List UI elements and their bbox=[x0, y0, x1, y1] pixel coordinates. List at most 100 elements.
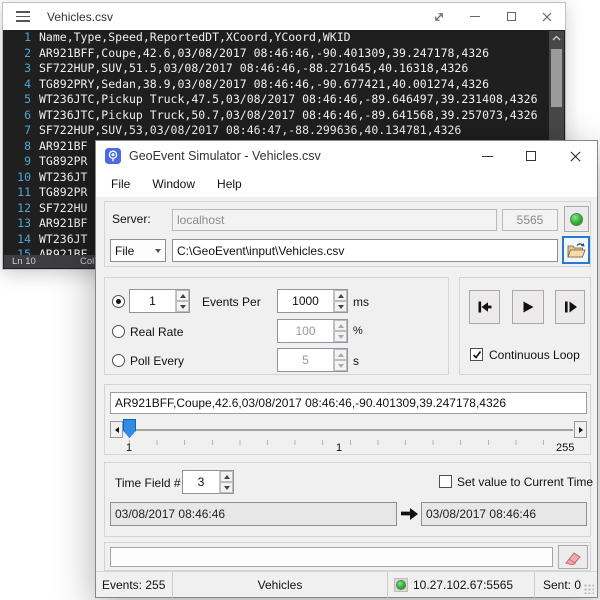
slider-ticks bbox=[129, 440, 569, 445]
spin-up-icon bbox=[334, 320, 347, 331]
line-text: WT236JT bbox=[39, 232, 87, 248]
line-text: Name,Type,Speed,ReportedDT,XCoord,YCoord… bbox=[39, 30, 351, 46]
set-current-time-label: Set value to Current Time bbox=[457, 475, 593, 489]
editor-line: 4 TG892PRY,Sedan,38.9,03/08/2017 08:46:46… bbox=[3, 77, 565, 93]
poll-unit-label: s bbox=[353, 354, 359, 368]
line-number: 13 bbox=[3, 216, 31, 232]
go-to-start-button[interactable] bbox=[469, 290, 500, 324]
line-number: 6 bbox=[3, 108, 31, 124]
line-text: WT236JT bbox=[39, 170, 87, 186]
connect-button[interactable] bbox=[564, 206, 589, 232]
spin-down-icon[interactable] bbox=[220, 482, 233, 493]
line-number: 1 bbox=[3, 30, 31, 46]
line-text: AR921BF bbox=[39, 216, 87, 232]
line-text: TG892PR bbox=[39, 154, 87, 170]
events-count-spinner[interactable]: 1 bbox=[129, 289, 190, 313]
menu-help[interactable]: Help bbox=[206, 177, 253, 191]
line-text: TG892PR bbox=[39, 185, 87, 201]
slider-min-label: 1 bbox=[126, 442, 132, 454]
spin-down-icon bbox=[334, 360, 347, 371]
editor-maximize-button[interactable] bbox=[493, 3, 529, 30]
editor-expand-button[interactable] bbox=[421, 3, 457, 30]
line-number: 2 bbox=[3, 46, 31, 62]
time-from-field[interactable]: 03/08/2017 08:46:46 bbox=[110, 502, 397, 526]
events-per-radio[interactable] bbox=[112, 295, 125, 308]
line-number: 11 bbox=[3, 185, 31, 201]
expand-icon bbox=[433, 11, 445, 23]
poll-spinner: 5 bbox=[277, 348, 348, 372]
resize-grip[interactable] bbox=[584, 584, 594, 594]
line-text: TG892PRY,Sedan,38.9,03/08/2017 08:46:46,… bbox=[39, 77, 489, 93]
spin-up-icon[interactable] bbox=[334, 290, 347, 301]
line-text: WT236JTC,Pickup Truck,47.5,03/08/2017 08… bbox=[39, 92, 538, 108]
line-text: SF722HUP,SUV,51.5,03/08/2017 08:46:46,-8… bbox=[39, 61, 468, 77]
spin-down-icon bbox=[334, 331, 347, 342]
current-event-field[interactable]: AR921BFF,Coupe,42.6,03/08/2017 08:46:46,… bbox=[110, 392, 587, 414]
source-type-select[interactable]: File bbox=[110, 239, 166, 262]
sent-count-status: Sent: 0 bbox=[534, 572, 589, 598]
interval-unit-label: ms bbox=[353, 295, 369, 309]
arrow-right-icon bbox=[401, 507, 418, 521]
scrollbar-thumb[interactable] bbox=[551, 49, 562, 107]
app-close-button[interactable] bbox=[553, 141, 597, 171]
server-group: Server: localhost 5565 File C:\GeoEvent\… bbox=[104, 201, 591, 267]
time-field-spinner[interactable]: 3 bbox=[182, 470, 234, 494]
poll-every-radio[interactable] bbox=[112, 354, 125, 367]
line-number: 12 bbox=[3, 201, 31, 217]
line-text: SF722HUP,SUV,53,03/08/2017 08:46:47,-88.… bbox=[39, 123, 461, 139]
editor-line: 3SF722HUP,SUV,51.5,03/08/2017 08:46:46,-… bbox=[3, 61, 565, 77]
maximize-icon bbox=[526, 151, 536, 161]
browse-button[interactable] bbox=[562, 236, 590, 264]
line-text: WT236JTC,Pickup Truck,50.7,03/08/2017 08… bbox=[39, 108, 538, 124]
spin-down-icon[interactable] bbox=[334, 301, 347, 312]
editor-minimize-button[interactable] bbox=[457, 3, 493, 30]
set-current-time-checkbox[interactable] bbox=[439, 475, 452, 488]
slider-left-button[interactable] bbox=[110, 421, 123, 438]
spin-up-icon[interactable] bbox=[176, 290, 189, 301]
minimize-icon bbox=[482, 156, 493, 157]
real-rate-radio[interactable] bbox=[112, 325, 125, 338]
clear-button[interactable] bbox=[558, 545, 588, 569]
server-port-input[interactable]: 5565 bbox=[502, 209, 558, 231]
events-count-value: 1 bbox=[130, 290, 175, 312]
time-to-field[interactable]: 03/08/2017 08:46:46 bbox=[421, 502, 587, 526]
app-minimize-button[interactable] bbox=[465, 141, 509, 171]
spin-up-icon bbox=[334, 349, 347, 360]
editor-close-button[interactable] bbox=[529, 3, 565, 30]
play-button[interactable] bbox=[512, 290, 544, 324]
interval-spinner[interactable]: 1000 bbox=[277, 289, 348, 313]
line-text: AR921BF bbox=[39, 247, 87, 255]
skip-to-start-icon bbox=[477, 299, 493, 315]
slider-mid-label: 1 bbox=[336, 442, 342, 454]
line-number: 10 bbox=[3, 170, 31, 186]
source-type-value: File bbox=[115, 244, 134, 258]
interval-value: 1000 bbox=[278, 290, 333, 312]
file-path-input[interactable]: C:\GeoEvent\input\Vehicles.csv bbox=[172, 239, 558, 262]
server-host-input[interactable]: localhost bbox=[172, 209, 497, 231]
line-number: 14 bbox=[3, 232, 31, 248]
endpoint-status: 10.27.102.67:5565 bbox=[387, 572, 534, 598]
event-group: AR921BFF,Coupe,42.6,03/08/2017 08:46:46,… bbox=[104, 384, 591, 455]
arrow-left-icon bbox=[115, 427, 119, 433]
scroll-up-icon[interactable] bbox=[549, 34, 564, 46]
output-field[interactable] bbox=[110, 547, 553, 567]
continuous-loop-label: Continuous Loop bbox=[489, 348, 580, 362]
spin-up-icon[interactable] bbox=[220, 471, 233, 482]
step-button[interactable] bbox=[555, 290, 585, 324]
play-icon bbox=[520, 299, 536, 315]
menu-file[interactable]: File bbox=[96, 177, 141, 191]
spin-down-icon[interactable] bbox=[176, 301, 189, 312]
slider-right-button[interactable] bbox=[574, 421, 587, 438]
continuous-loop-checkbox[interactable] bbox=[470, 348, 483, 361]
slider-thumb[interactable] bbox=[123, 419, 136, 438]
app-statusbar: Events: 255 Vehicles 10.27.102.67:5565 S… bbox=[96, 571, 597, 597]
slider-track[interactable] bbox=[124, 429, 573, 431]
app-maximize-button[interactable] bbox=[509, 141, 553, 171]
menu-icon[interactable] bbox=[16, 11, 30, 22]
menu-window[interactable]: Window bbox=[141, 177, 206, 191]
playback-group: Continuous Loop bbox=[459, 277, 591, 375]
time-field-label: Time Field # bbox=[115, 476, 181, 490]
editor-line: 7SF722HUP,SUV,53,03/08/2017 08:46:47,-88… bbox=[3, 123, 565, 139]
server-label: Server: bbox=[112, 212, 151, 226]
line-number: 4 bbox=[3, 77, 31, 93]
